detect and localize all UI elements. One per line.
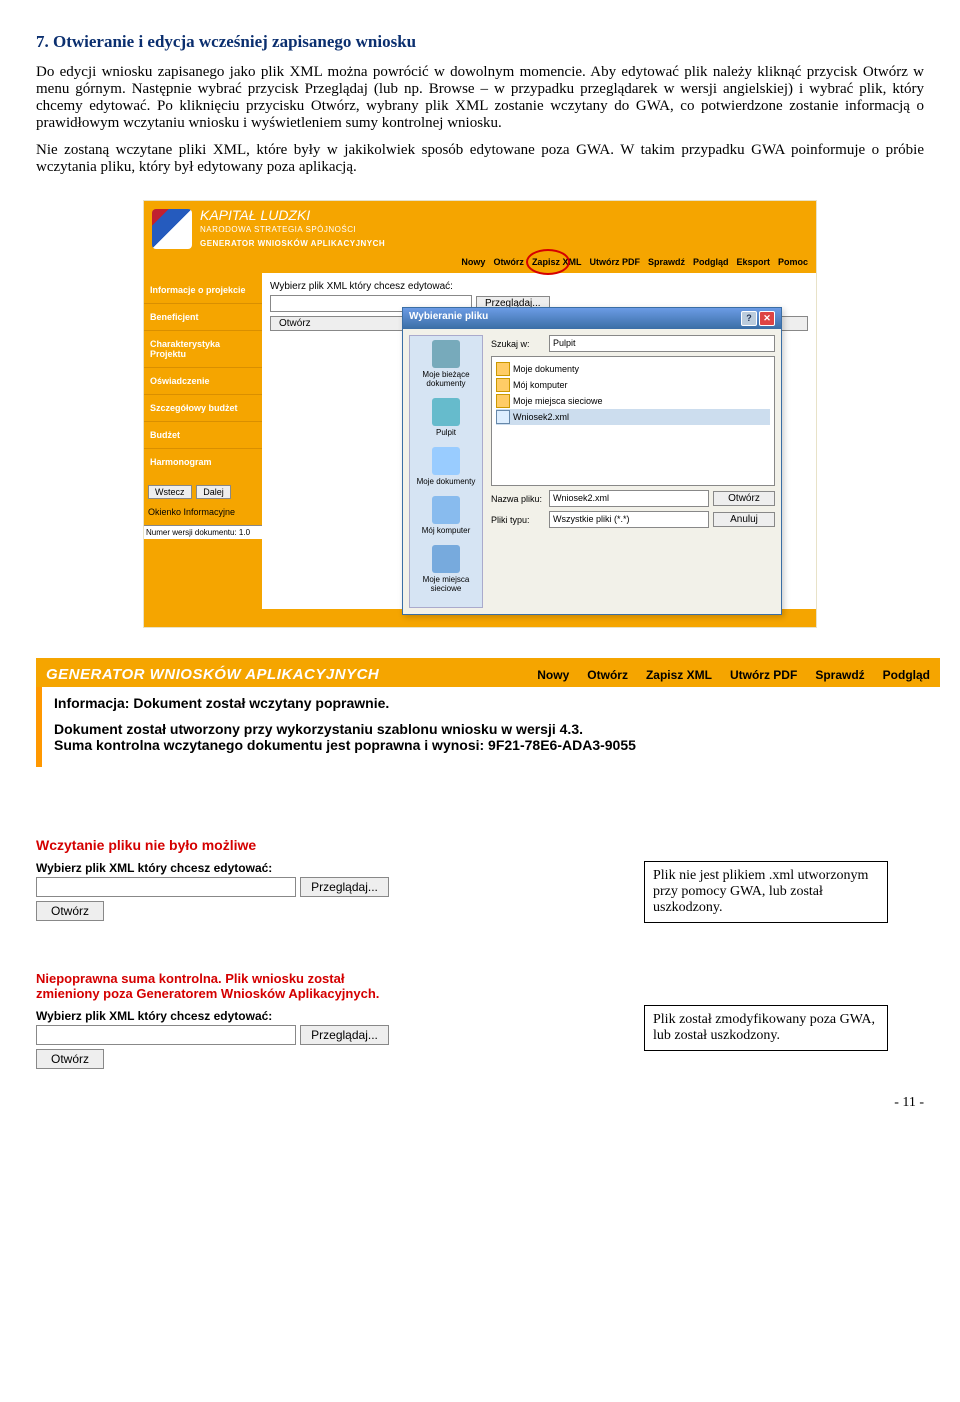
b2-zapisz[interactable]: Zapisz XML: [646, 668, 712, 682]
info-line-3: Suma kontrolna wczytanego dokumentu jest…: [54, 737, 938, 753]
file-item-3[interactable]: Wniosek2.xml: [496, 409, 770, 425]
banner2: GENERATOR WNIOSKÓW APLIKACYJNYCH Nowy Ot…: [36, 658, 940, 687]
place-0[interactable]: Moje bieżące dokumenty: [414, 340, 478, 388]
app-title-sub: NARODOWA STRATEGIA SPÓJNOŚCI: [200, 225, 356, 234]
dlg-cancel-button[interactable]: Anuluj: [713, 512, 775, 527]
callout-2: Plik został zmodyfikowany poza GWA, lub …: [644, 1005, 888, 1051]
fname-input[interactable]: Wniosek2.xml: [549, 490, 709, 507]
b2-nowy[interactable]: Nowy: [537, 668, 569, 682]
file-dialog: Wybieranie pliku ? ✕ Moje bieżące dokume…: [402, 307, 782, 615]
err1-browse[interactable]: Przeglądaj...: [300, 877, 389, 897]
sidebar-item-2[interactable]: Charakterystyka Projektu: [144, 330, 262, 367]
tool-nowy[interactable]: Nowy: [461, 257, 485, 267]
info-line-1: Informacja: Dokument został wczytany pop…: [54, 695, 938, 711]
page-number: - 11 -: [36, 1095, 924, 1111]
err2-msg: Niepoprawna suma kontrolna. Plik wniosku…: [36, 971, 406, 1001]
info-panel: Informacja: Dokument został wczytany pop…: [36, 687, 950, 767]
app-toolbar: Nowy Otwórz Zapisz XML Utwórz PDF Sprawd…: [461, 257, 808, 267]
sidebar-dalej[interactable]: Dalej: [196, 485, 231, 499]
app-logo: [152, 209, 192, 249]
computer-icon: [432, 496, 460, 524]
sidebar-item-6[interactable]: Harmonogram: [144, 448, 262, 475]
tool-pdf[interactable]: Utwórz PDF: [589, 257, 640, 267]
app-title-main: KAPITAŁ LUDZKI: [200, 207, 310, 223]
app-header: KAPITAŁ LUDZKI NARODOWA STRATEGIA SPÓJNO…: [144, 201, 816, 273]
place-4[interactable]: Moje miejsca sieciowe: [414, 545, 478, 593]
b2-sprawdz[interactable]: Sprawdź: [815, 668, 864, 682]
info-line-2: Dokument został utworzony przy wykorzyst…: [54, 721, 938, 737]
dlg-close-icon[interactable]: ✕: [759, 311, 775, 326]
err1-prompt: Wybierz plik XML który chcesz edytować:: [36, 861, 406, 875]
sidebar-item-3[interactable]: Oświadczenie: [144, 367, 262, 394]
file-item-2[interactable]: Moje miejsca sieciowe: [496, 393, 770, 409]
network-icon: [432, 545, 460, 573]
err2-input[interactable]: [36, 1025, 296, 1045]
callout-1: Plik nie jest plikiem .xml utworzonym pr…: [644, 861, 888, 923]
folder-icon: [496, 378, 510, 392]
dlg-help-icon[interactable]: ?: [741, 311, 757, 326]
sidebar-item-4[interactable]: Szczegółowy budżet: [144, 394, 262, 421]
err2-open[interactable]: Otwórz: [36, 1049, 104, 1069]
app-title-gen: GENERATOR WNIOSKÓW APLIKACYJNYCH: [200, 239, 385, 248]
documents-icon: [432, 447, 460, 475]
paragraph-1: Do edycji wniosku zapisanego jako plik X…: [36, 64, 924, 132]
place-1[interactable]: Pulpit: [414, 398, 478, 437]
dlg-open-button[interactable]: Otwórz: [713, 491, 775, 506]
sidebar: Informacje o projekcie Beneficjent Chara…: [144, 273, 262, 609]
paragraph-2: Nie zostaną wczytane pliki XML, które by…: [36, 142, 924, 176]
place-2[interactable]: Moje dokumenty: [414, 447, 478, 486]
tool-eksport[interactable]: Eksport: [736, 257, 770, 267]
section-title: 7. Otwieranie i edycja wcześniej zapisan…: [36, 32, 924, 52]
xml-file-icon: [496, 410, 510, 424]
app-main: Wybierz plik XML który chcesz edytować: …: [262, 273, 816, 609]
app-screenshot: KAPITAŁ LUDZKI NARODOWA STRATEGIA SPÓJNO…: [143, 200, 817, 628]
desktop-icon: [432, 398, 460, 426]
sidebar-item-0[interactable]: Informacje o projekcie: [144, 277, 262, 303]
banner2-title: GENERATOR WNIOSKÓW APLIKACYJNYCH: [46, 666, 379, 683]
lookin-label: Szukaj w:: [491, 339, 545, 349]
dlg-places: Moje bieżące dokumenty Pulpit Moje dokum…: [409, 335, 483, 608]
dlg-title: Wybieranie pliku: [409, 311, 488, 326]
ftype-label: Pliki typu:: [491, 515, 545, 525]
tool-sprawdz[interactable]: Sprawdź: [648, 257, 685, 267]
b2-otworz[interactable]: Otwórz: [587, 668, 628, 682]
b2-podglad[interactable]: Podgląd: [883, 668, 930, 682]
file-item-1[interactable]: Mój komputer: [496, 377, 770, 393]
error-block-1: Wczytanie pliku nie było możliwe Wybierz…: [36, 837, 406, 921]
err2-prompt: Wybierz plik XML który chcesz edytować:: [36, 1009, 406, 1023]
tool-zapisz[interactable]: Zapisz XML: [532, 257, 582, 267]
err1-open[interactable]: Otwórz: [36, 901, 104, 921]
err1-msg: Wczytanie pliku nie było możliwe: [36, 837, 406, 853]
folder-icon: [496, 362, 510, 376]
file-prompt: Wybierz plik XML który chcesz edytować:: [270, 281, 808, 292]
place-3[interactable]: Mój komputer: [414, 496, 478, 535]
b2-pdf[interactable]: Utwórz PDF: [730, 668, 797, 682]
sidebar-item-5[interactable]: Budżet: [144, 421, 262, 448]
dlg-filelist: Moje dokumenty Mój komputer Moje miejsca…: [491, 356, 775, 486]
sidebar-wstecz[interactable]: Wstecz: [148, 485, 192, 499]
file-item-0[interactable]: Moje dokumenty: [496, 361, 770, 377]
sidebar-item-1[interactable]: Beneficjent: [144, 303, 262, 330]
tool-podglad[interactable]: Podgląd: [693, 257, 729, 267]
sidebar-okienko[interactable]: Okienko Informacyjne: [148, 507, 258, 517]
ftype-select[interactable]: Wszystkie pliki (*.*): [549, 511, 709, 528]
lookin-select[interactable]: Pulpit: [549, 335, 775, 352]
sidebar-version: Numer wersji dokumentu: 1.0: [144, 525, 262, 539]
tool-pomoc[interactable]: Pomoc: [778, 257, 808, 267]
err1-input[interactable]: [36, 877, 296, 897]
error-block-2: Niepoprawna suma kontrolna. Plik wniosku…: [36, 971, 406, 1069]
folder-icon: [496, 394, 510, 408]
fname-label: Nazwa pliku:: [491, 494, 545, 504]
folder-icon: [432, 340, 460, 368]
tool-otworz[interactable]: Otwórz: [493, 257, 524, 267]
err2-browse[interactable]: Przeglądaj...: [300, 1025, 389, 1045]
